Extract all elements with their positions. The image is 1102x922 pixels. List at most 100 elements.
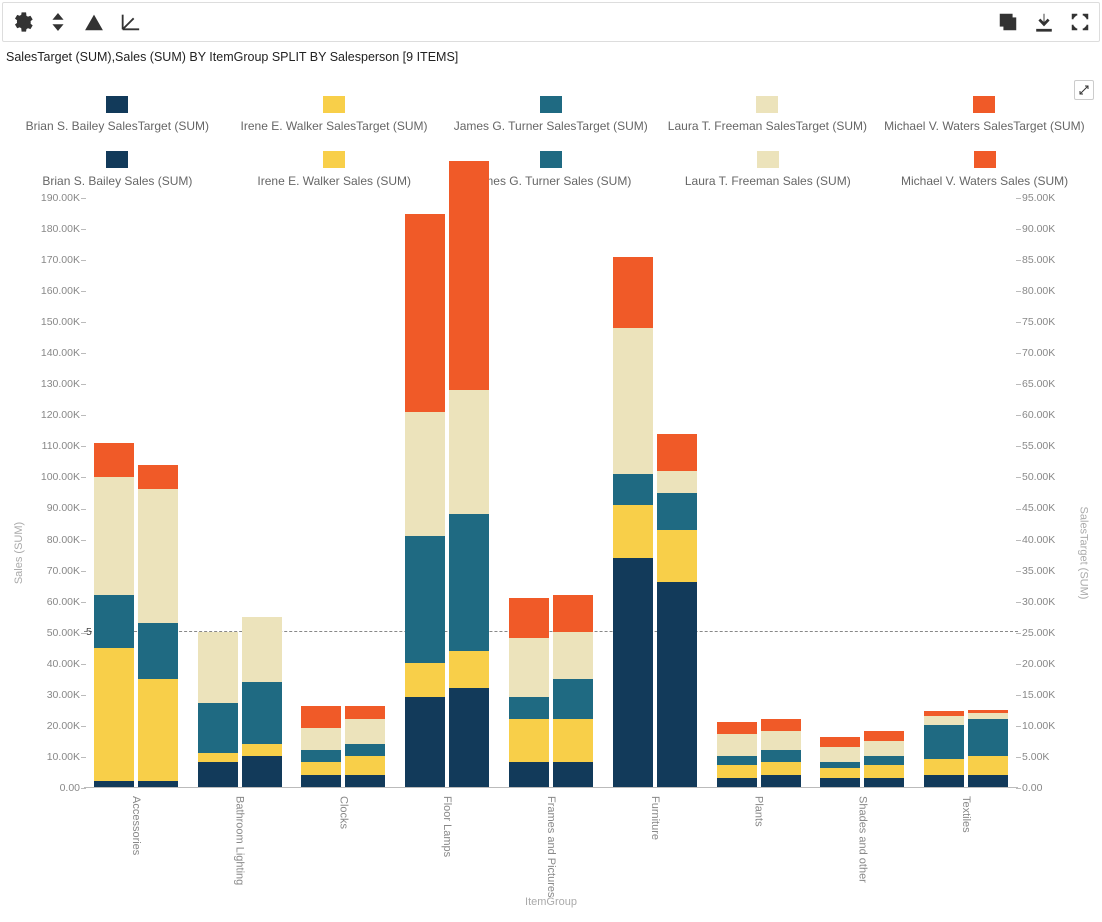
bar-segment (509, 697, 549, 719)
x-label-cell: Clocks (292, 790, 396, 908)
chart-panel: Brian S. Bailey SalesTarget (SUM) Irene E… (2, 76, 1100, 908)
bar-group (84, 198, 188, 787)
bar-segment (405, 412, 445, 536)
fullscreen-icon[interactable] (1069, 11, 1091, 33)
sales-target-bar[interactable] (924, 711, 964, 787)
bar-segment (509, 598, 549, 638)
bar-segment (820, 778, 860, 787)
sales-target-bar[interactable] (198, 632, 238, 787)
bar-segment (657, 530, 697, 583)
legend-item[interactable]: Michael V. Waters Sales (SUM) (885, 151, 1085, 188)
x-label-cell: Shades and other (810, 790, 914, 908)
bar-segment (301, 706, 341, 728)
bar-segment (613, 505, 653, 558)
bar-segment (864, 741, 904, 757)
maximize-panel-button[interactable] (1074, 80, 1094, 100)
legend-swatch (756, 96, 778, 113)
toolbar-right (997, 11, 1091, 33)
legend-label: Laura T. Freeman Sales (SUM) (685, 174, 851, 188)
legend-swatch (323, 96, 345, 113)
x-label-cell: Bathroom Lighting (188, 790, 292, 908)
sales-bar[interactable] (657, 434, 697, 787)
bar-group (395, 198, 499, 787)
bar-segment (242, 682, 282, 744)
legend: Brian S. Bailey SalesTarget (SUM) Irene E… (2, 76, 1100, 194)
bar-segment (94, 781, 134, 787)
legend-swatch (757, 151, 779, 168)
bar-segment (924, 725, 964, 759)
bar-segment (94, 477, 134, 595)
copy-icon[interactable] (997, 11, 1019, 33)
bar-segment (345, 706, 385, 718)
bar-segment (761, 750, 801, 762)
sales-bar[interactable] (761, 719, 801, 787)
sort-icon[interactable] (47, 11, 69, 33)
x-label-cell: Plants (707, 790, 811, 908)
sales-bar[interactable] (553, 595, 593, 787)
bar-segment (924, 759, 964, 775)
x-label-cell: Accessories (84, 790, 188, 908)
bar-segment (761, 762, 801, 774)
legend-item[interactable]: Irene E. Walker SalesTarget (SUM) (234, 96, 434, 133)
chart-subtitle: SalesTarget (SUM),Sales (SUM) BY ItemGro… (0, 44, 1102, 74)
legend-item[interactable]: Laura T. Freeman Sales (SUM) (668, 151, 868, 188)
bar-segment (553, 679, 593, 719)
x-axis-label: Floor Lamps (441, 796, 453, 857)
bar-segment (864, 756, 904, 765)
bar-segment (198, 753, 238, 762)
sales-target-bar[interactable] (509, 598, 549, 787)
drill-up-icon[interactable] (83, 11, 105, 33)
drill-down-icon[interactable] (119, 11, 141, 33)
bar-segment (509, 719, 549, 762)
bar-segment (717, 722, 757, 734)
sales-target-bar[interactable] (405, 214, 445, 787)
bar-segment (717, 778, 757, 787)
sales-target-bar[interactable] (613, 257, 653, 787)
sales-bar[interactable] (138, 465, 178, 787)
sales-target-bar[interactable] (717, 722, 757, 787)
x-axis-label: Accessories (130, 796, 142, 855)
bar-segment (94, 595, 134, 648)
sales-target-bar[interactable] (820, 737, 860, 787)
legend-label: Laura T. Freeman SalesTarget (SUM) (668, 119, 867, 133)
bar-segment (449, 514, 489, 650)
x-label-cell: Floor Lamps (395, 790, 499, 908)
gear-icon[interactable] (11, 11, 33, 33)
bar-segment (242, 744, 282, 756)
plot-wrap: Sales (SUM) SalesTarget (SUM) 190.00K180… (2, 198, 1100, 908)
sales-bar[interactable] (449, 161, 489, 787)
sales-bar[interactable] (345, 706, 385, 787)
legend-item[interactable]: James G. Turner SalesTarget (SUM) (451, 96, 651, 133)
bar-segment (94, 443, 134, 477)
sales-bar[interactable] (864, 731, 904, 787)
legend-label: Irene E. Walker SalesTarget (SUM) (241, 119, 428, 133)
legend-swatch (106, 96, 128, 113)
bar-segment (864, 731, 904, 740)
bar-segment (864, 765, 904, 777)
legend-item[interactable]: Michael V. Waters SalesTarget (SUM) (884, 96, 1085, 133)
bar-segment (449, 688, 489, 787)
bar-segment (345, 719, 385, 744)
sales-target-bar[interactable] (301, 706, 341, 787)
legend-item[interactable]: Laura T. Freeman SalesTarget (SUM) (667, 96, 867, 133)
y-axis-right: 95.00K90.00K85.00K80.00K75.00K70.00K65.0… (1022, 198, 1072, 788)
legend-swatch (540, 151, 562, 168)
bar-segment (301, 762, 341, 774)
sales-bar[interactable] (242, 617, 282, 787)
bar-segment (449, 390, 489, 514)
x-axis-label: Furniture (649, 796, 661, 840)
legend-item[interactable]: Irene E. Walker Sales (SUM) (234, 151, 434, 188)
bar-segment (138, 679, 178, 781)
bar-group (603, 198, 707, 787)
legend-item[interactable]: Brian S. Bailey Sales (SUM) (17, 151, 217, 188)
bar-segment (449, 161, 489, 390)
bar-segment (657, 493, 697, 530)
sales-target-bar[interactable] (94, 443, 134, 787)
bar-segment (138, 781, 178, 787)
bar-segment (198, 703, 238, 753)
download-icon[interactable] (1033, 11, 1055, 33)
legend-item[interactable]: Brian S. Bailey SalesTarget (SUM) (17, 96, 217, 133)
legend-swatch (973, 96, 995, 113)
bar-segment (968, 775, 1008, 787)
sales-bar[interactable] (968, 710, 1008, 787)
